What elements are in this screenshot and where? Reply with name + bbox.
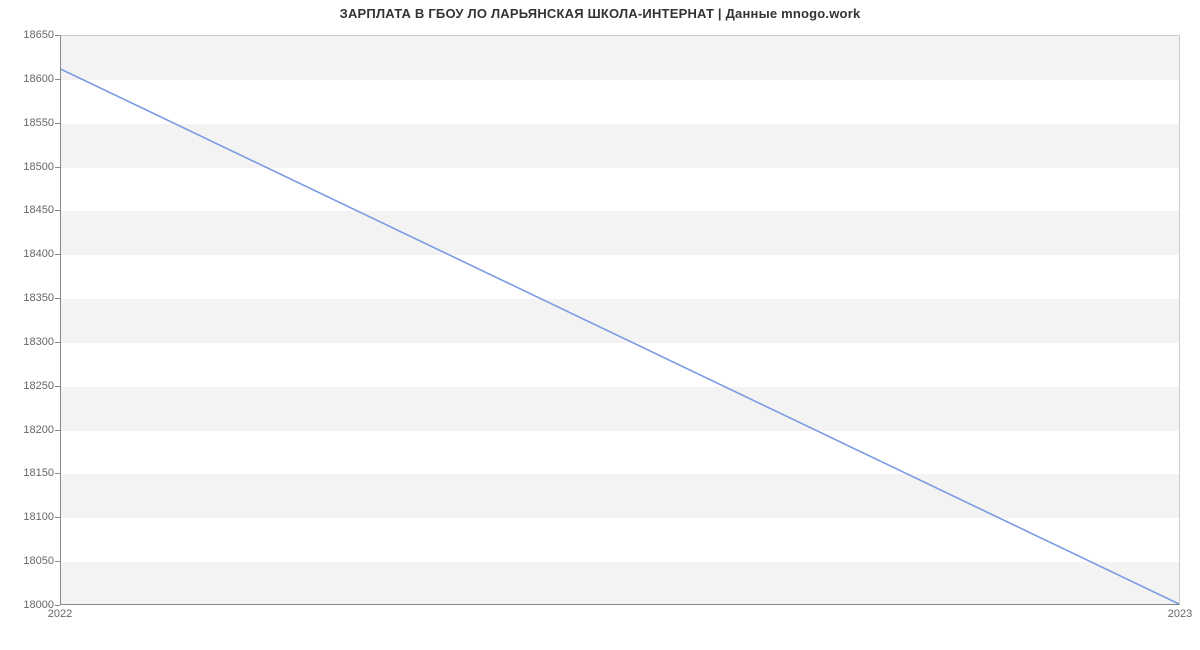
- y-tick-mark: [55, 342, 60, 343]
- y-tick-label: 18050: [4, 555, 54, 567]
- y-tick-mark: [55, 210, 60, 211]
- y-tick-mark: [55, 123, 60, 124]
- y-tick-mark: [55, 386, 60, 387]
- y-tick-mark: [55, 605, 60, 606]
- chart-title: ЗАРПЛАТА В ГБОУ ЛО ЛАРЬЯНСКАЯ ШКОЛА-ИНТЕ…: [0, 6, 1200, 21]
- y-tick-mark: [55, 167, 60, 168]
- y-tick-label: 18150: [4, 467, 54, 479]
- y-tick-label: 18300: [4, 336, 54, 348]
- series-line: [61, 69, 1179, 604]
- y-tick-mark: [55, 254, 60, 255]
- y-tick-label: 18250: [4, 380, 54, 392]
- x-tick-label: 2023: [1168, 608, 1192, 620]
- plot-area: [60, 35, 1180, 605]
- chart-container: ЗАРПЛАТА В ГБОУ ЛО ЛАРЬЯНСКАЯ ШКОЛА-ИНТЕ…: [0, 0, 1200, 650]
- y-tick-label: 18200: [4, 424, 54, 436]
- y-tick-label: 18100: [4, 511, 54, 523]
- line-series: [61, 36, 1179, 604]
- y-tick-label: 18550: [4, 117, 54, 129]
- y-tick-label: 18000: [4, 599, 54, 611]
- y-tick-label: 18600: [4, 73, 54, 85]
- y-tick-mark: [55, 473, 60, 474]
- y-tick-mark: [55, 517, 60, 518]
- y-tick-mark: [55, 79, 60, 80]
- x-tick-label: 2022: [48, 608, 72, 620]
- y-tick-mark: [55, 561, 60, 562]
- y-tick-label: 18350: [4, 292, 54, 304]
- y-tick-mark: [55, 35, 60, 36]
- y-tick-label: 18450: [4, 204, 54, 216]
- y-tick-mark: [55, 430, 60, 431]
- y-tick-label: 18500: [4, 161, 54, 173]
- y-tick-label: 18400: [4, 248, 54, 260]
- y-tick-mark: [55, 298, 60, 299]
- y-tick-label: 18650: [4, 29, 54, 41]
